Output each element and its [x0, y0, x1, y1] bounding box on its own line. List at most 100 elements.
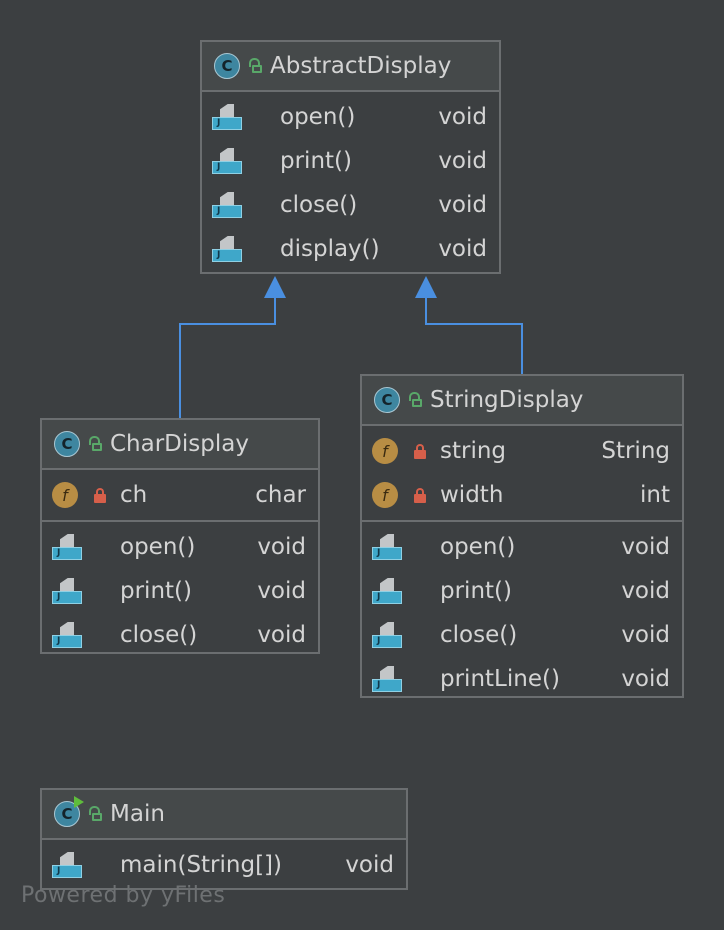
- field-type: String: [601, 438, 670, 464]
- method-icons: J: [52, 534, 82, 560]
- class-icon: C: [374, 387, 400, 413]
- method-name: printLine(): [440, 666, 560, 692]
- method-name: open(): [280, 104, 356, 130]
- method-type: void: [438, 192, 487, 218]
- method-type: void: [621, 666, 670, 692]
- method-icons: J: [372, 622, 402, 648]
- method-icon: J: [212, 236, 242, 262]
- method-name: print(): [120, 578, 192, 604]
- private-lock-icon: [414, 487, 426, 503]
- method-row[interactable]: Jopen() void: [42, 525, 318, 569]
- class-char-display[interactable]: C CharDisplay f ch char Jopen() void Jprint(…: [40, 418, 320, 654]
- field-icon: f: [52, 482, 78, 508]
- private-lock-icon: [414, 443, 426, 459]
- class-abstract-display[interactable]: C AbstractDisplay Jopen() void Jprint() voi…: [200, 40, 501, 274]
- field-row[interactable]: f ch char: [42, 473, 318, 517]
- method-name: print(): [280, 148, 352, 174]
- field-icons: f: [372, 482, 426, 508]
- fields-section: f ch char: [42, 470, 318, 522]
- method-icon: J: [212, 192, 242, 218]
- method-name: main(String[]): [120, 852, 282, 878]
- method-icon: J: [372, 534, 402, 560]
- method-type: void: [257, 622, 306, 648]
- class-main[interactable]: C Main Jmain(String[]) void: [40, 788, 408, 890]
- public-lock-icon: [408, 392, 422, 408]
- class-header[interactable]: C CharDisplay: [42, 420, 318, 470]
- method-name: close(): [440, 622, 518, 648]
- method-icons: J: [212, 104, 242, 130]
- field-icon: f: [372, 438, 398, 464]
- method-type: void: [621, 534, 670, 560]
- method-row[interactable]: Jmain(String[]) void: [42, 843, 406, 887]
- method-row[interactable]: JprintLine() void: [362, 657, 682, 701]
- runnable-class-icon: C: [54, 796, 84, 827]
- public-lock-icon: [88, 806, 102, 822]
- method-row[interactable]: Jopen() void: [202, 95, 499, 139]
- field-type: char: [255, 482, 306, 508]
- method-row[interactable]: Jprint() void: [202, 139, 499, 183]
- method-name: close(): [280, 192, 358, 218]
- method-row[interactable]: Jprint() void: [362, 569, 682, 613]
- class-header[interactable]: C AbstractDisplay: [202, 42, 499, 92]
- methods-section: Jopen() void Jprint() void Jclose() void: [42, 522, 318, 660]
- method-row[interactable]: Jdisplay() void: [202, 227, 499, 271]
- method-icon: J: [52, 578, 82, 604]
- method-type: void: [438, 236, 487, 262]
- arrowhead-chardisplay: [264, 276, 286, 298]
- method-icons: J: [52, 852, 82, 878]
- field-icons: f: [372, 438, 426, 464]
- method-name: open(): [120, 534, 196, 560]
- private-lock-icon: [94, 487, 106, 503]
- field-name: ch: [120, 482, 148, 508]
- method-icon: J: [372, 578, 402, 604]
- method-icons: J: [212, 148, 242, 174]
- arrowhead-stringdisplay: [415, 276, 437, 298]
- method-type: void: [257, 578, 306, 604]
- field-name: string: [440, 438, 507, 464]
- public-lock-icon: [248, 58, 262, 74]
- method-icon: J: [52, 622, 82, 648]
- field-type: int: [640, 482, 670, 508]
- method-icon: J: [372, 622, 402, 648]
- method-icons: J: [212, 192, 242, 218]
- method-row[interactable]: Jclose() void: [42, 613, 318, 657]
- method-icon: J: [372, 666, 402, 692]
- method-name: open(): [440, 534, 516, 560]
- method-row[interactable]: Jprint() void: [42, 569, 318, 613]
- method-type: void: [257, 534, 306, 560]
- method-icons: J: [372, 534, 402, 560]
- method-icon: J: [212, 148, 242, 174]
- class-name: StringDisplay: [430, 387, 584, 413]
- field-icon: f: [372, 482, 398, 508]
- method-row[interactable]: Jclose() void: [362, 613, 682, 657]
- class-name: AbstractDisplay: [270, 53, 452, 79]
- edge-stringdisplay-abstractdisplay: [425, 298, 523, 374]
- class-header[interactable]: C StringDisplay: [362, 376, 682, 426]
- method-type: void: [438, 104, 487, 130]
- method-type: void: [621, 578, 670, 604]
- method-icon: J: [52, 852, 82, 878]
- watermark: Powered by yFiles: [21, 883, 226, 908]
- class-string-display[interactable]: C StringDisplay f string String f width int J…: [360, 374, 684, 698]
- method-icons: J: [52, 622, 82, 648]
- method-type: void: [438, 148, 487, 174]
- method-row[interactable]: Jopen() void: [362, 525, 682, 569]
- methods-section: Jopen() void Jprint() void Jclose() void Jprin…: [362, 522, 682, 704]
- field-row[interactable]: f string String: [362, 429, 682, 473]
- field-row[interactable]: f width int: [362, 473, 682, 517]
- method-name: print(): [440, 578, 512, 604]
- methods-section: Jopen() void Jprint() void Jclose() void Jdisp…: [202, 92, 499, 274]
- field-name: width: [440, 482, 504, 508]
- field-icons: f: [52, 482, 106, 508]
- method-name: display(): [280, 236, 380, 262]
- method-icons: J: [52, 578, 82, 604]
- method-icons: J: [372, 578, 402, 604]
- method-type: void: [345, 852, 394, 878]
- class-header[interactable]: C Main: [42, 790, 406, 840]
- abstract-class-icon: C: [214, 53, 240, 79]
- fields-section: f string String f width int: [362, 426, 682, 522]
- method-row[interactable]: Jclose() void: [202, 183, 499, 227]
- method-name: close(): [120, 622, 198, 648]
- method-icon: J: [52, 534, 82, 560]
- method-icons: J: [372, 666, 402, 692]
